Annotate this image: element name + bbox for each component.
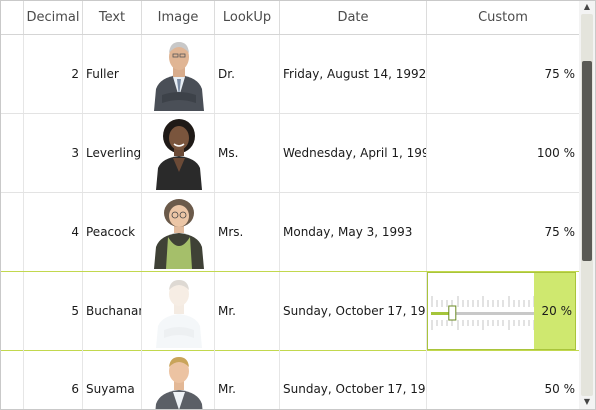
person-photo-icon (156, 280, 202, 348)
cell-image[interactable] (142, 350, 215, 409)
header-text[interactable]: Text (83, 1, 142, 34)
header-date[interactable]: Date (280, 1, 427, 34)
person-photo-icon (156, 119, 202, 190)
cell-custom[interactable]: 75 % (427, 35, 579, 113)
custom-cell-editor[interactable]: 20 % (427, 272, 576, 350)
header-lookup[interactable]: LookUp (215, 1, 280, 34)
cell-image[interactable] (142, 114, 215, 192)
cell-decimal[interactable]: 4 (24, 193, 83, 271)
cell-date[interactable]: Sunday, October 17, 1993 (280, 350, 427, 409)
row-indicator[interactable] (1, 114, 24, 192)
cell-custom[interactable]: 50 % (427, 350, 579, 409)
table-row[interactable]: 2 Fuller Dr. Friday, August 14, 1992 75 … (1, 35, 579, 114)
cell-decimal[interactable]: 5 (24, 272, 83, 350)
arrow-up-icon[interactable]: ▲ (579, 1, 595, 13)
slider-thumb[interactable] (448, 305, 457, 321)
row-indicator[interactable] (1, 350, 24, 409)
header-custom[interactable]: Custom (427, 1, 579, 34)
cell-image[interactable] (142, 272, 215, 350)
cell-lookup[interactable]: Dr. (215, 35, 280, 113)
cell-text[interactable]: Peacock (83, 193, 142, 271)
cell-decimal[interactable]: 6 (24, 350, 83, 409)
cell-date[interactable]: Wednesday, April 1, 1992 (280, 114, 427, 192)
cell-lookup[interactable]: Mrs. (215, 193, 280, 271)
header-decimal[interactable]: Decimal (24, 1, 83, 34)
data-grid: Decimal Text Image LookUp Date Custom 2 … (0, 0, 596, 410)
cell-date[interactable]: Friday, August 14, 1992 (280, 35, 427, 113)
person-photo-icon (155, 357, 203, 409)
row-indicator[interactable] (1, 35, 24, 113)
scroll-thumb[interactable] (582, 61, 592, 261)
table-row-selected[interactable]: 5 Buchanan Mr. Sunday, October 17, 1993 (1, 271, 579, 351)
cell-decimal[interactable]: 2 (24, 35, 83, 113)
cell-lookup[interactable]: Ms. (215, 114, 280, 192)
cell-custom[interactable]: 100 % (427, 114, 579, 192)
table-row[interactable]: 3 Leverling Ms. Wednesday, April 1, 1992… (1, 114, 579, 193)
cell-date[interactable]: Monday, May 3, 1993 (280, 193, 427, 271)
row-indicator[interactable] (1, 193, 24, 271)
cell-text[interactable]: Buchanan (83, 272, 142, 350)
table-row[interactable]: 6 Suyama Mr. Sunday, October 17, 1993 50… (1, 350, 579, 409)
cell-text[interactable]: Fuller (83, 35, 142, 113)
cell-image[interactable] (142, 35, 215, 113)
cell-image[interactable] (142, 193, 215, 271)
cell-text[interactable]: Leverling (83, 114, 142, 192)
cell-text[interactable]: Suyama (83, 350, 142, 409)
row-indicator[interactable] (1, 272, 24, 350)
table-row[interactable]: 4 Peacock Mrs. Monday, May 3, 1993 75 % (1, 193, 579, 272)
cell-custom[interactable]: 20 % (534, 273, 575, 349)
header-indicator (1, 1, 24, 34)
cell-decimal[interactable]: 3 (24, 114, 83, 192)
cell-lookup[interactable]: Mr. (215, 350, 280, 409)
cell-custom[interactable]: 75 % (427, 193, 579, 271)
vertical-scrollbar[interactable]: ▲ ▼ (579, 1, 595, 409)
header-image[interactable]: Image (142, 1, 215, 34)
grid-header: Decimal Text Image LookUp Date Custom (1, 1, 579, 35)
person-photo-icon (154, 199, 204, 269)
value-slider[interactable] (431, 293, 535, 333)
cell-date[interactable]: Sunday, October 17, 1993 (280, 272, 427, 350)
arrow-down-icon[interactable]: ▼ (579, 396, 595, 408)
scroll-track[interactable] (581, 14, 593, 396)
cell-lookup[interactable]: Mr. (215, 272, 280, 350)
grid-body: 2 Fuller Dr. Friday, August 14, 1992 75 … (1, 35, 579, 409)
person-photo-icon (154, 42, 204, 111)
